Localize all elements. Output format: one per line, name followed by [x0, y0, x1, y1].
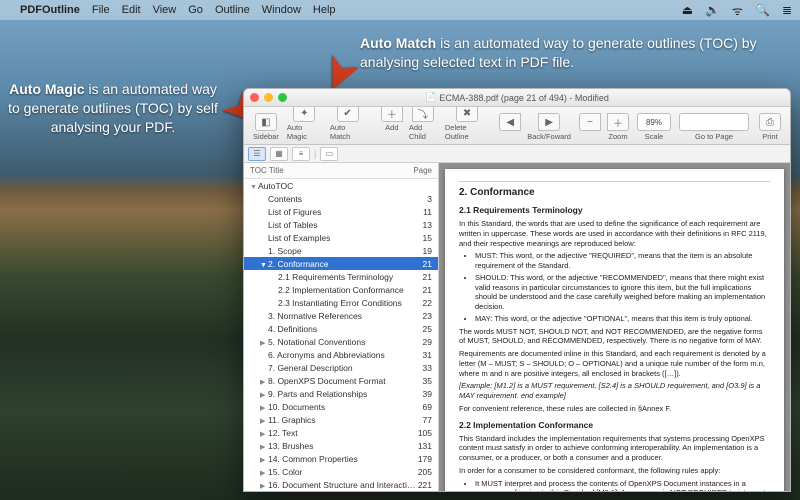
body-text: The words MUST NOT, SHOULD NOT, and NOT …	[459, 327, 770, 347]
menu-window[interactable]: Window	[262, 4, 301, 16]
body-text: Requirements are documented inline in th…	[459, 349, 770, 378]
body-text: [Example: [M1.2] is a MUST requirement, …	[459, 381, 770, 401]
menu-help[interactable]: Help	[313, 4, 336, 16]
body-text: In this Standard, the words that are use…	[459, 219, 770, 248]
toc-row[interactable]: ▶9. Parts and Relationships39	[244, 387, 438, 400]
window-titlebar: 📄 ECMA-388.pdf (page 21 of 494) - Modifi…	[244, 89, 790, 107]
zoom-in-button[interactable]: ＋Zoom	[604, 112, 632, 142]
callout-automatch: Auto Match is an automated way to genera…	[360, 34, 780, 72]
window-minimize-button[interactable]	[264, 93, 273, 102]
toc-row[interactable]: 2.2 Implementation Conformance21	[244, 283, 438, 296]
toc-row[interactable]: List of Tables13	[244, 218, 438, 231]
automagic-button[interactable]: ✦Auto Magic	[284, 103, 325, 142]
add-child-button[interactable]: ⤵Add Child	[406, 103, 440, 142]
body-text: This Standard includes the implementatio…	[459, 434, 770, 463]
toc-row[interactable]: 3. Normative References23	[244, 309, 438, 322]
toc-sidebar: TOC Title Page ▼AutoTOCContents3List of …	[244, 163, 439, 491]
volume-icon[interactable]: 🔊	[705, 3, 720, 17]
subsection-heading: 2.2 Implementation Conformance	[459, 420, 770, 431]
pdf-viewport[interactable]: 2. Conformance 2.1 Requirements Terminol…	[439, 163, 790, 491]
toc-list[interactable]: ▼AutoTOCContents3List of Figures11List o…	[244, 179, 438, 491]
list-item: It MUST interpret and process the conten…	[475, 479, 770, 491]
toc-row[interactable]: ▼AutoTOC	[244, 179, 438, 192]
print-button[interactable]: ⎙Print	[756, 112, 784, 142]
scale-field[interactable]: 89%Scale	[634, 112, 674, 142]
document-icon: 📄	[425, 92, 436, 103]
toc-row[interactable]: ▶10. Documents69	[244, 400, 438, 413]
toc-row[interactable]: ▶5. Notational Conventions29	[244, 335, 438, 348]
wifi-icon[interactable]: ᯤ	[732, 2, 743, 19]
outline-view-button[interactable]: ☰	[248, 147, 266, 161]
menubar-app[interactable]: PDFOutline	[20, 4, 80, 16]
page-mode-button[interactable]: ▭	[320, 147, 338, 161]
toc-row[interactable]: ▶8. OpenXPS Document Format35	[244, 374, 438, 387]
window-close-button[interactable]	[250, 93, 259, 102]
toc-row[interactable]: ▶14. Common Properties179	[244, 452, 438, 465]
menu-go[interactable]: Go	[188, 4, 203, 16]
toc-row[interactable]: 2.3 Instantiating Error Conditions22	[244, 296, 438, 309]
thumbnail-view-button[interactable]: ▦	[270, 147, 288, 161]
toc-row[interactable]: 6. Acronyms and Abbreviations31	[244, 348, 438, 361]
airplay-icon[interactable]: ⏏	[682, 3, 693, 17]
window-zoom-button[interactable]	[278, 93, 287, 102]
menu-file[interactable]: File	[92, 4, 110, 16]
toc-row[interactable]: ▶15. Color205	[244, 465, 438, 478]
mac-menubar: PDFOutline File Edit View Go Outline Win…	[0, 0, 800, 20]
spotlight-icon[interactable]: 🔍	[755, 3, 770, 17]
toc-row[interactable]: ▶12. Text105	[244, 426, 438, 439]
list-item: MUST: This word, or the adjective "REQUI…	[475, 251, 770, 271]
toc-row[interactable]: List of Figures11	[244, 205, 438, 218]
toolbar: ◧Sidebar ✦Auto Magic ✔︎Auto Match ＋Add ⤵…	[244, 107, 790, 145]
toc-row[interactable]: Contents3	[244, 192, 438, 205]
view-mode-bar: ☰ ▦ ≡ | ▭	[244, 145, 790, 163]
sidebar-toggle-button[interactable]: ◧Sidebar	[250, 112, 282, 142]
toc-row[interactable]: 2.1 Requirements Terminology21	[244, 270, 438, 283]
toc-header-title: TOC Title	[250, 166, 284, 175]
list-item: SHOULD: This word, or the adjective "REC…	[475, 273, 770, 312]
automatch-button[interactable]: ✔︎Auto Match	[327, 103, 368, 142]
toc-row[interactable]: 7. General Description33	[244, 361, 438, 374]
list-view-button[interactable]: ≡	[292, 147, 310, 161]
delete-outline-button[interactable]: ✖Delete Outline	[442, 103, 492, 142]
callout-automagic: Auto Magic is an automated way to genera…	[8, 80, 218, 137]
toc-row[interactable]: ▶13. Brushes131	[244, 439, 438, 452]
toc-row[interactable]: List of Examples15	[244, 231, 438, 244]
toc-row[interactable]: 4. Definitions25	[244, 322, 438, 335]
app-window: 📄 ECMA-388.pdf (page 21 of 494) - Modifi…	[243, 88, 791, 492]
zoom-out-button[interactable]: −	[576, 112, 604, 142]
back-button[interactable]: ◀	[496, 112, 524, 142]
list-item: MAY: This word, or the adjective "OPTION…	[475, 314, 770, 324]
body-text: For convenient reference, these rules ar…	[459, 404, 770, 414]
body-text: In order for a consumer to be considered…	[459, 466, 770, 476]
goto-page-field[interactable]: Go to Page	[676, 112, 752, 142]
pdf-page: 2. Conformance 2.1 Requirements Terminol…	[445, 169, 784, 491]
menu-edit[interactable]: Edit	[122, 4, 141, 16]
menu-extra-icon[interactable]: ≣	[782, 3, 792, 17]
menu-outline[interactable]: Outline	[215, 4, 250, 16]
window-title: ECMA-388.pdf (page 21 of 494) - Modified	[439, 93, 609, 103]
toc-row[interactable]: ▼2. Conformance21	[244, 257, 438, 270]
subsection-heading: 2.1 Requirements Terminology	[459, 205, 770, 216]
menu-view[interactable]: View	[153, 4, 177, 16]
section-heading: 2. Conformance	[459, 186, 770, 199]
toc-row[interactable]: ▶16. Document Structure and Interactivit…	[244, 478, 438, 491]
add-button[interactable]: ＋Add	[378, 103, 406, 142]
toc-row[interactable]: ▶11. Graphics77	[244, 413, 438, 426]
toc-header-page: Page	[413, 166, 432, 175]
forward-button[interactable]: ▶Back/Foward	[524, 112, 574, 142]
toc-row[interactable]: 1. Scope19	[244, 244, 438, 257]
